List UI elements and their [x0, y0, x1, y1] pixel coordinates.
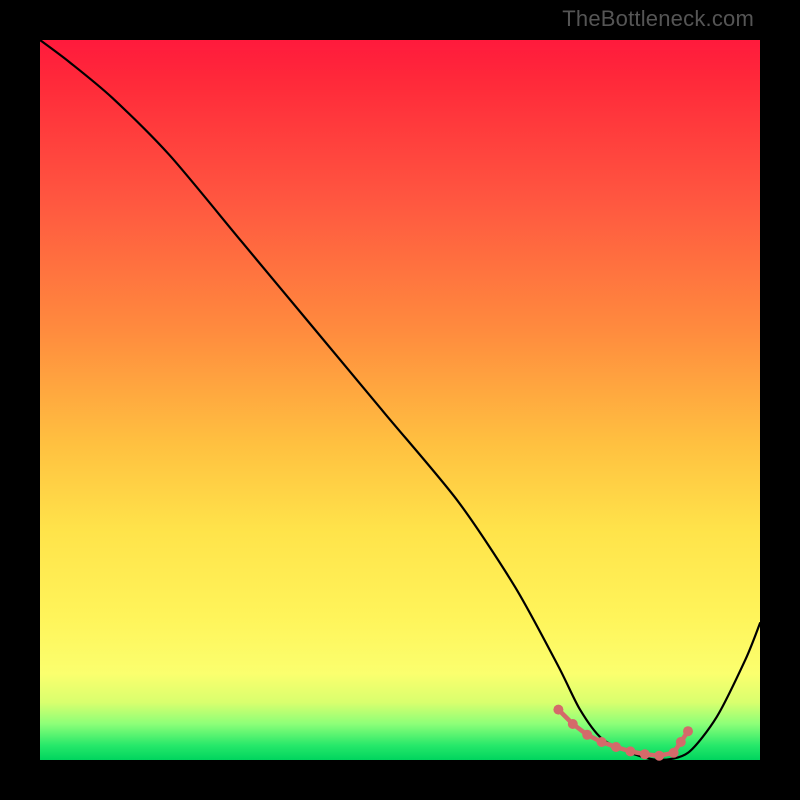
optimal-range-point	[640, 749, 650, 759]
chart-svg	[40, 40, 760, 760]
optimal-range-point	[611, 742, 621, 752]
optimal-range-point	[582, 730, 592, 740]
bottleneck-curve	[40, 40, 760, 760]
optimal-range-point	[683, 726, 693, 736]
optimal-range-markers	[553, 705, 693, 761]
optimal-range-point	[654, 751, 664, 761]
optimal-range-point	[597, 737, 607, 747]
optimal-range-point	[669, 748, 679, 758]
watermark-text: TheBottleneck.com	[562, 6, 754, 32]
optimal-range-point	[676, 737, 686, 747]
optimal-range-point	[625, 746, 635, 756]
chart-frame	[40, 40, 760, 760]
optimal-range-point	[568, 719, 578, 729]
optimal-range-point	[553, 705, 563, 715]
